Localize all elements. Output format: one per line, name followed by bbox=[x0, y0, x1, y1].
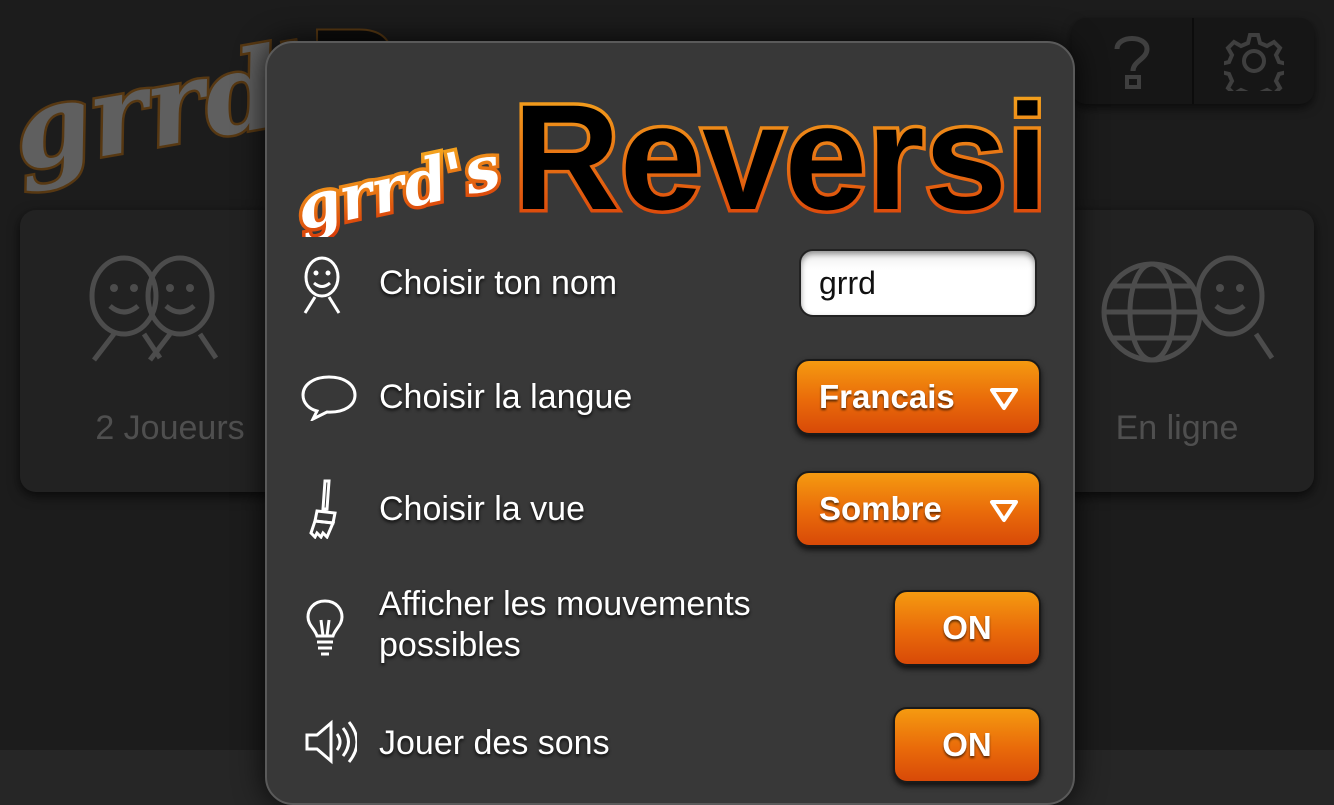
setting-row-sounds: Jouer des sons ON bbox=[267, 705, 1073, 791]
view-value: Sombre bbox=[819, 490, 942, 527]
sounds-toggle-value: ON bbox=[942, 726, 992, 763]
speech-bubble-icon bbox=[301, 375, 357, 421]
logo-title: Reversi bbox=[513, 73, 1048, 237]
view-label: Choisir la vue bbox=[379, 490, 585, 528]
language-label: Choisir la langue bbox=[379, 378, 633, 416]
setting-row-view: Choisir la vue Sombre bbox=[267, 471, 1073, 551]
brush-icon bbox=[309, 479, 337, 539]
moves-label: Afficher les mouvements possibles bbox=[379, 584, 751, 666]
settings-dialog: grrd's Reversi Choisir ton nom Choisir l… bbox=[265, 41, 1075, 805]
setting-row-language: Choisir la langue Francais bbox=[267, 359, 1073, 439]
face-icon bbox=[303, 256, 341, 314]
reversi-logo: grrd's Reversi bbox=[287, 70, 1052, 238]
language-value: Francais bbox=[819, 378, 955, 415]
lightbulb-icon bbox=[306, 599, 344, 656]
moves-label-line1: Afficher les mouvements bbox=[379, 585, 751, 623]
speaker-icon bbox=[305, 719, 357, 765]
sounds-toggle[interactable]: ON bbox=[893, 707, 1041, 783]
moves-toggle-value: ON bbox=[942, 609, 992, 646]
setting-row-moves: Afficher les mouvements possibles ON bbox=[267, 585, 1073, 674]
chevron-down-icon bbox=[990, 388, 1018, 410]
language-dropdown[interactable]: Francais bbox=[795, 359, 1041, 435]
sounds-label: Jouer des sons bbox=[379, 724, 610, 762]
chevron-down-icon bbox=[990, 500, 1018, 522]
name-input[interactable] bbox=[799, 249, 1037, 317]
setting-row-name: Choisir ton nom bbox=[267, 249, 1073, 319]
moves-toggle[interactable]: ON bbox=[893, 590, 1041, 666]
logo-prefix: grrd's bbox=[290, 130, 507, 237]
moves-label-line2: possibles bbox=[379, 626, 521, 664]
view-dropdown[interactable]: Sombre bbox=[795, 471, 1041, 547]
name-label: Choisir ton nom bbox=[379, 264, 618, 302]
